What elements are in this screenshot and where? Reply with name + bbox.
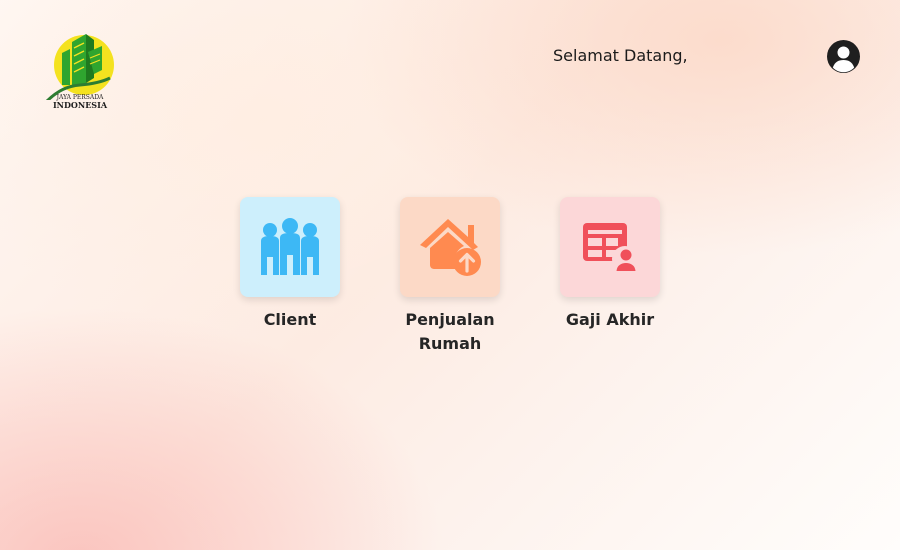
menu-item-gaji-akhir-icon-box[interactable] xyxy=(560,197,660,297)
menu-item-gaji-akhir[interactable]: Gaji Akhir xyxy=(560,197,660,332)
logo-emblem xyxy=(45,34,114,100)
menu-item-client-icon-box[interactable] xyxy=(240,197,340,297)
house-upload-icon xyxy=(420,219,481,276)
salary-table-user-icon xyxy=(583,223,638,272)
menu-item-penjualan-rumah-icon-box[interactable] xyxy=(400,197,500,297)
logo-text-bottom: INDONESIA xyxy=(52,100,108,110)
people-group-icon xyxy=(261,218,319,275)
menu-item-client[interactable]: Client xyxy=(240,197,340,332)
menu-item-gaji-akhir-label[interactable]: Gaji Akhir xyxy=(540,308,680,332)
menu-item-client-label[interactable]: Client xyxy=(220,308,360,332)
menu-item-penjualan-rumah-label[interactable]: Penjualan Rumah xyxy=(380,308,520,356)
company-logo: JAYA PERSADA INDONESIA xyxy=(44,28,116,112)
welcome-text: Selamat Datang, xyxy=(553,46,688,65)
user-circle-icon[interactable] xyxy=(826,39,861,74)
menu-item-penjualan-rumah[interactable]: Penjualan Rumah xyxy=(400,197,500,356)
